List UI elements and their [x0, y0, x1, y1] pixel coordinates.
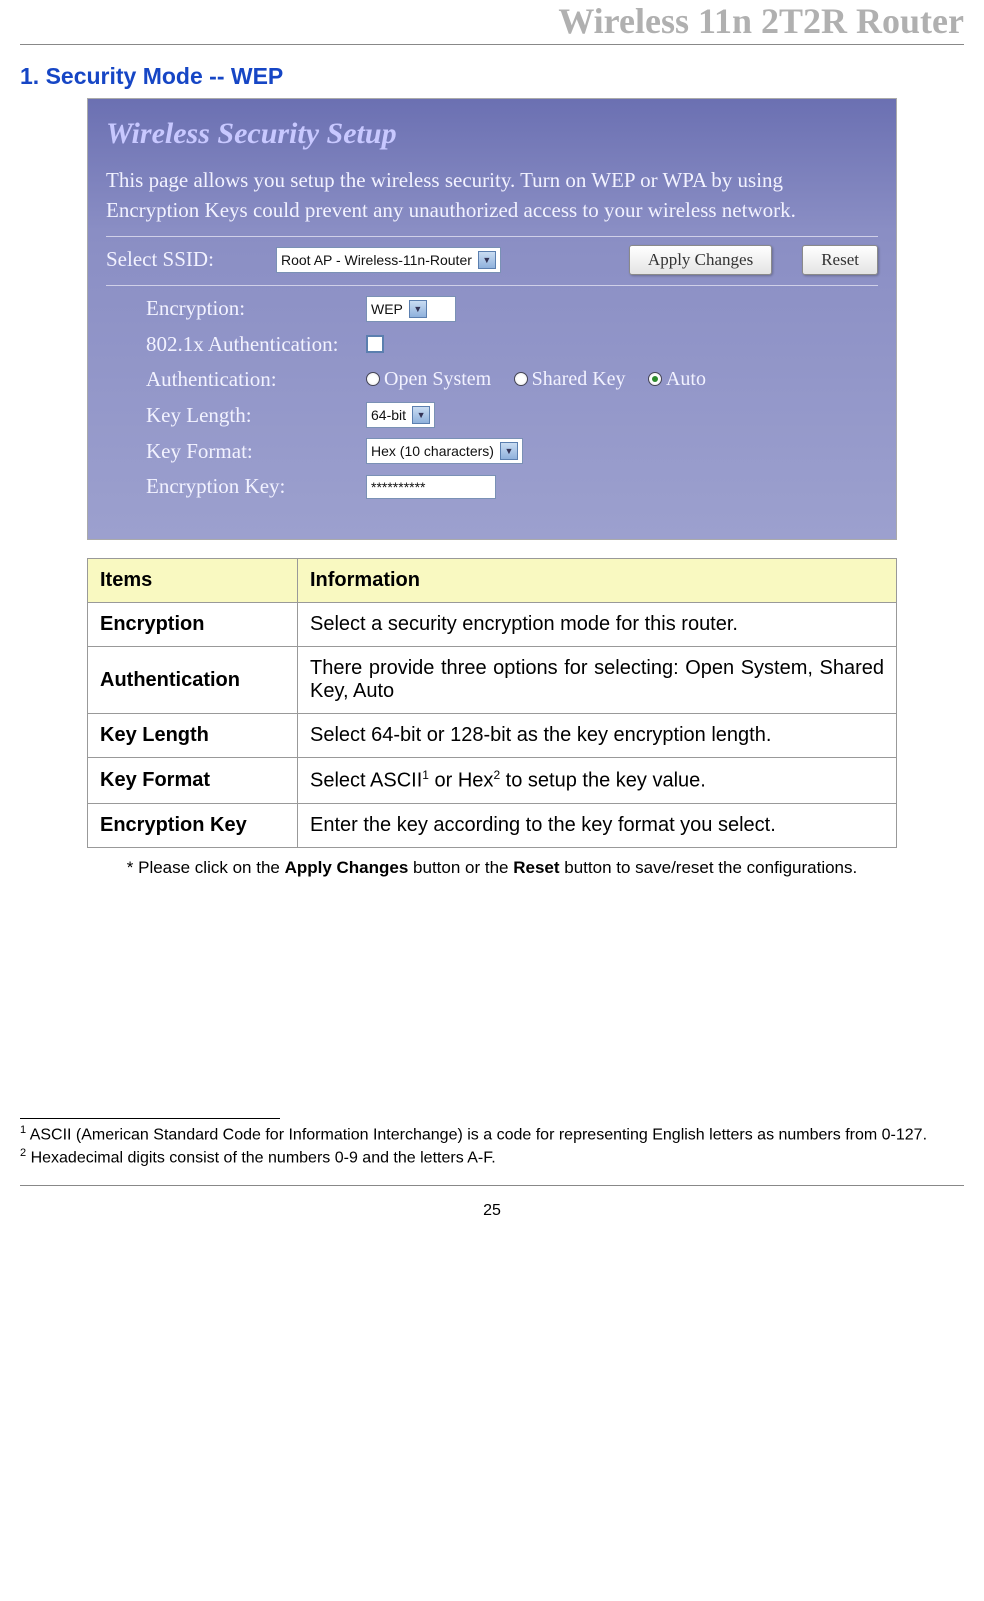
panel-title: Wireless Security Setup [106, 117, 878, 151]
chevron-down-icon: ▼ [500, 442, 518, 460]
encryption-select-value: WEP [371, 301, 403, 317]
dot1x-checkbox[interactable] [366, 335, 384, 353]
radio-icon [366, 372, 380, 386]
wireless-security-setup-panel: Wireless Security Setup This page allows… [87, 98, 897, 540]
cell-info: Select 64-bit or 128-bit as the key encr… [298, 714, 897, 758]
ssid-select[interactable]: Root AP - Wireless-11n-Router ▼ [276, 247, 501, 273]
section-title: 1. Security Mode -- WEP [20, 63, 964, 90]
apply-changes-button[interactable]: Apply Changes [629, 245, 772, 275]
cell-item: Authentication [88, 647, 298, 714]
footnote-separator [20, 1118, 280, 1119]
radio-icon [514, 372, 528, 386]
footnote-ref-1: 1 [422, 768, 429, 782]
cell-info: There provide three options for selectin… [298, 647, 897, 714]
col-information: Information [298, 559, 897, 603]
document-header: Wireless 11n 2T2R Router [20, 0, 964, 45]
cell-info: Select ASCII1 or Hex2 to setup the key v… [298, 758, 897, 804]
cell-item: Key Format [88, 758, 298, 804]
ssid-row: Select SSID: Root AP - Wireless-11n-Rout… [106, 245, 878, 275]
radio-icon [648, 372, 662, 386]
keyformat-select[interactable]: Hex (10 characters) ▼ [366, 438, 523, 464]
keylength-label: Key Length: [106, 403, 366, 428]
table-row: Key Length Select 64-bit or 128-bit as t… [88, 714, 897, 758]
divider [106, 236, 878, 237]
cell-item: Key Length [88, 714, 298, 758]
dot1x-label: 802.1x Authentication: [106, 332, 366, 357]
chevron-down-icon: ▼ [478, 251, 496, 269]
encryptionkey-input[interactable]: ********** [366, 475, 496, 499]
chevron-down-icon: ▼ [409, 300, 427, 318]
encryptionkey-value: ********** [371, 479, 425, 495]
authentication-radio-group: Open System Shared Key Auto [366, 368, 724, 392]
encryptionkey-label: Encryption Key: [106, 474, 366, 499]
dot1x-row: 802.1x Authentication: [106, 332, 878, 357]
encryptionkey-row: Encryption Key: ********** [106, 474, 878, 499]
footnote-1: 1 ASCII (American Standard Code for Info… [20, 1123, 964, 1146]
panel-description: This page allows you setup the wireless … [106, 165, 878, 226]
keylength-row: Key Length: 64-bit ▼ [106, 402, 878, 428]
encryption-select[interactable]: WEP ▼ [366, 296, 456, 322]
cell-info: Select a security encryption mode for th… [298, 603, 897, 647]
encryption-label: Encryption: [106, 296, 366, 321]
keyformat-row: Key Format: Hex (10 characters) ▼ [106, 438, 878, 464]
reset-button[interactable]: Reset [802, 245, 878, 275]
cell-info: Enter the key according to the key forma… [298, 803, 897, 847]
cell-item: Encryption Key [88, 803, 298, 847]
authentication-label: Authentication: [106, 367, 366, 392]
chevron-down-icon: ▼ [412, 406, 430, 424]
cell-item: Encryption [88, 603, 298, 647]
auth-option-open-system[interactable]: Open System [366, 368, 491, 391]
footnote-2: 2 Hexadecimal digits consist of the numb… [20, 1146, 964, 1169]
table-row: Encryption Key Enter the key according t… [88, 803, 897, 847]
info-table: Items Information Encryption Select a se… [87, 558, 897, 848]
keyformat-select-value: Hex (10 characters) [371, 443, 494, 459]
col-items: Items [88, 559, 298, 603]
auth-option-shared-key[interactable]: Shared Key [514, 368, 626, 391]
screenshot-container: Wireless Security Setup This page allows… [20, 98, 964, 540]
table-row: Key Format Select ASCII1 or Hex2 to setu… [88, 758, 897, 804]
keylength-select[interactable]: 64-bit ▼ [366, 402, 435, 428]
ssid-select-value: Root AP - Wireless-11n-Router [281, 252, 472, 268]
keylength-select-value: 64-bit [371, 407, 406, 423]
auth-option-auto[interactable]: Auto [648, 368, 706, 391]
table-row: Authentication There provide three optio… [88, 647, 897, 714]
table-header-row: Items Information [88, 559, 897, 603]
ssid-label: Select SSID: [106, 247, 246, 272]
authentication-row: Authentication: Open System Shared Key A… [106, 367, 878, 392]
page-number: 25 [20, 1185, 964, 1230]
encryption-row: Encryption: WEP ▼ [106, 296, 878, 322]
divider [106, 285, 878, 286]
table-row: Encryption Select a security encryption … [88, 603, 897, 647]
apply-reset-note: * Please click on the Apply Changes butt… [87, 858, 897, 878]
keyformat-label: Key Format: [106, 439, 366, 464]
